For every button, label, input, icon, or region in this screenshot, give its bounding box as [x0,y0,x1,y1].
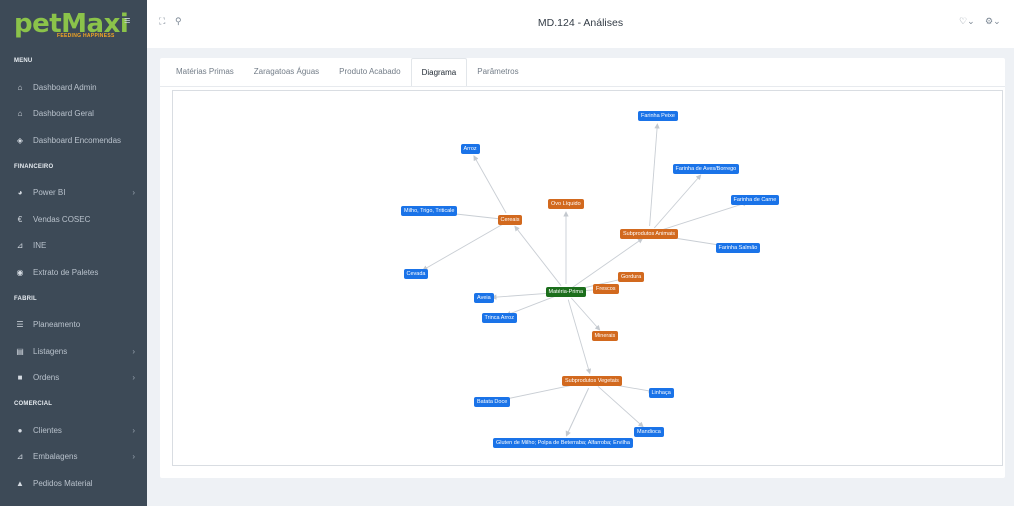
topbar: ⛶ ⚲ MD.124 - Análises ♡⌄ ⚙⌄ [147,0,1014,48]
sidebar: petMaxi FEEDING HAPPINESS ≡ MENU ⌂ Dashb… [0,0,147,506]
sidebar-item-power-bi[interactable]: ◕ Power BI › [0,180,147,207]
tab-bar: Matérias Primas Zaragatoas Águas Produto… [160,58,529,86]
node-gluten-polpa-alfarroba-ervilha[interactable]: Gluten de Milho; Polpa de Beterraba; Alf… [493,438,633,449]
chevron-right-icon: › [132,373,135,383]
warehouse-icon: ▲ [16,478,24,488]
chevron-right-icon: › [132,425,135,435]
tab-diagrama[interactable]: Diagrama [410,58,468,86]
node-farinha-aves-borrego[interactable]: Farinha de Aves/Borrego [672,164,740,175]
tab-divider [160,86,1005,87]
sidebar-item-label: Planeamento [33,320,81,330]
sidebar-item-label: Dashboard Geral [33,109,94,119]
table-icon: ▤ [16,346,24,356]
logo-tagline: FEEDING HAPPINESS [57,33,115,39]
sidebar-item-extrato-paletes[interactable]: ◉ Extrato de Paletes [0,259,147,286]
section-menu: MENU [14,58,33,64]
tab-parametros[interactable]: Parâmetros [467,58,528,86]
edge-cereais-arroz [473,155,507,214]
node-cereais[interactable]: Cereais [497,215,523,226]
sidebar-item-label: Extrato de Paletes [33,267,99,277]
clipboard-icon: ■ [17,373,23,383]
edge-sub_vegetais-gluten [565,388,590,437]
section-fabril: FABRIL [14,295,37,302]
edge-sub_animais-farinha_carne [656,201,749,232]
sidebar-item-label: Listagens [33,346,68,356]
sidebar-item-label: Dashboard Encomendas [33,135,122,145]
sidebar-item-ordens[interactable]: ■ Ordens › [0,365,147,392]
sidebar-item-vendas-cosec[interactable]: € Vendas COSEC [0,206,147,233]
sidebar-item-dashboard-admin[interactable]: ⌂ Dashboard Admin [0,74,147,101]
line-chart-icon: ⊿ [16,241,24,251]
sidebar-item-ine[interactable]: ⊿ INE [0,233,147,260]
user-icon: ● [17,425,23,435]
node-cevada[interactable]: Cevada [403,269,429,280]
diagram-canvas[interactable]: Matéria-Prima Cereais Ovo Líquido Subpro… [172,90,1003,466]
sidebar-item-dashboard-geral[interactable]: ⌂ Dashboard Geral [0,101,147,128]
tab-produto-acabado[interactable]: Produto Acabado [329,58,410,86]
sidebar-item-pedidos-material[interactable]: ▲ Pedidos Material [0,470,147,497]
node-materia-prima[interactable]: Matéria-Prima [545,287,587,298]
node-minerais[interactable]: Minerais [591,331,619,342]
sidebar-item-embalagens[interactable]: ⊿ Embalagens › [0,444,147,471]
node-batata-doce[interactable]: Batata Doce [474,397,511,408]
sidebar-item-label: Ordens [33,373,60,383]
diagram-edges [422,123,749,437]
chevron-right-icon: › [132,346,135,356]
sidebar-item-listagens[interactable]: ▤ Listagens › [0,338,147,365]
sidebar-item-clientes[interactable]: ● Clientes › [0,417,147,444]
gear-icon[interactable]: ⚙⌄ [985,16,1001,27]
sidebar-item-label: Clientes [33,425,62,435]
logo[interactable]: petMaxi FEEDING HAPPINESS ≡ [0,0,147,48]
home-icon: ⌂ [17,109,23,119]
edge-sub_vegetais-mandioca [597,385,644,428]
edge-root-sub_vegetais [567,299,592,375]
section-comercial: COMERCIAL [14,401,53,407]
node-arroz[interactable]: Arroz [460,144,480,155]
menu-toggle-icon[interactable]: ≡ [124,15,130,27]
section-financeiro: FINANCEIRO [14,163,54,170]
content-card: Matérias Primas Zaragatoas Águas Produto… [160,58,1005,478]
node-farinha-carne[interactable]: Farinha de Carne [730,195,780,206]
edge-sub_animais-farinha_peixe [649,123,660,227]
node-linhaca[interactable]: Linhaça [648,388,674,399]
chart-pie-icon: ◕ [17,188,23,198]
node-subprodutos-animais[interactable]: Subprodutos Animais [620,229,678,240]
node-mandioca[interactable]: Mandioca [634,427,664,438]
page-title: MD.124 - Análises [537,17,624,29]
sidebar-item-label: INE [33,241,47,251]
eye-icon: ◉ [16,267,24,277]
node-gordura[interactable]: Gordura [618,272,645,283]
cube-icon: ◈ [16,135,24,145]
node-trinca-arroz[interactable]: Trinca Arroz [481,313,517,324]
sidebar-item-planeamento[interactable]: ☰ Planeamento [0,312,147,339]
node-aveia[interactable]: Aveia [474,293,494,304]
chevron-right-icon: › [132,188,135,198]
sidebar-item-label: Dashboard Admin [33,82,97,92]
sidebar-item-label: Embalagens [33,452,78,462]
node-ovo-liquido[interactable]: Ovo Líquido [548,199,584,210]
tab-materias-primas[interactable]: Matérias Primas [166,58,244,86]
sidebar-item-label: Vendas COSEC [33,214,91,224]
edge-cereais-cevada [422,223,504,271]
sidebar-item-label: Pedidos Material [33,478,93,488]
node-milho-trigo-triticale[interactable]: Milho, Trigo, Triticale [401,206,458,217]
node-subprodutos-vegetais[interactable]: Subprodutos Vegetais [562,376,622,387]
edge-root-cereais [514,225,562,286]
chevron-right-icon: › [132,452,135,462]
node-farinha-salmao[interactable]: Farinha Salmão [715,243,761,254]
line-chart-icon: ⊿ [16,452,24,462]
tab-zaragatoas-aguas[interactable]: Zaragatoas Águas [244,58,329,86]
sidebar-item-label: Power BI [33,188,66,198]
sidebar-item-dashboard-encomendas[interactable]: ◈ Dashboard Encomendas [0,127,147,154]
node-frescos[interactable]: Frescos [593,284,619,295]
home-icon: ⌂ [17,82,23,92]
node-farinha-peixe[interactable]: Farinha Peixe [638,111,678,122]
list-icon: ☰ [16,320,24,330]
bell-icon[interactable]: ♡⌄ [959,16,975,27]
euro-icon: € [17,214,23,224]
